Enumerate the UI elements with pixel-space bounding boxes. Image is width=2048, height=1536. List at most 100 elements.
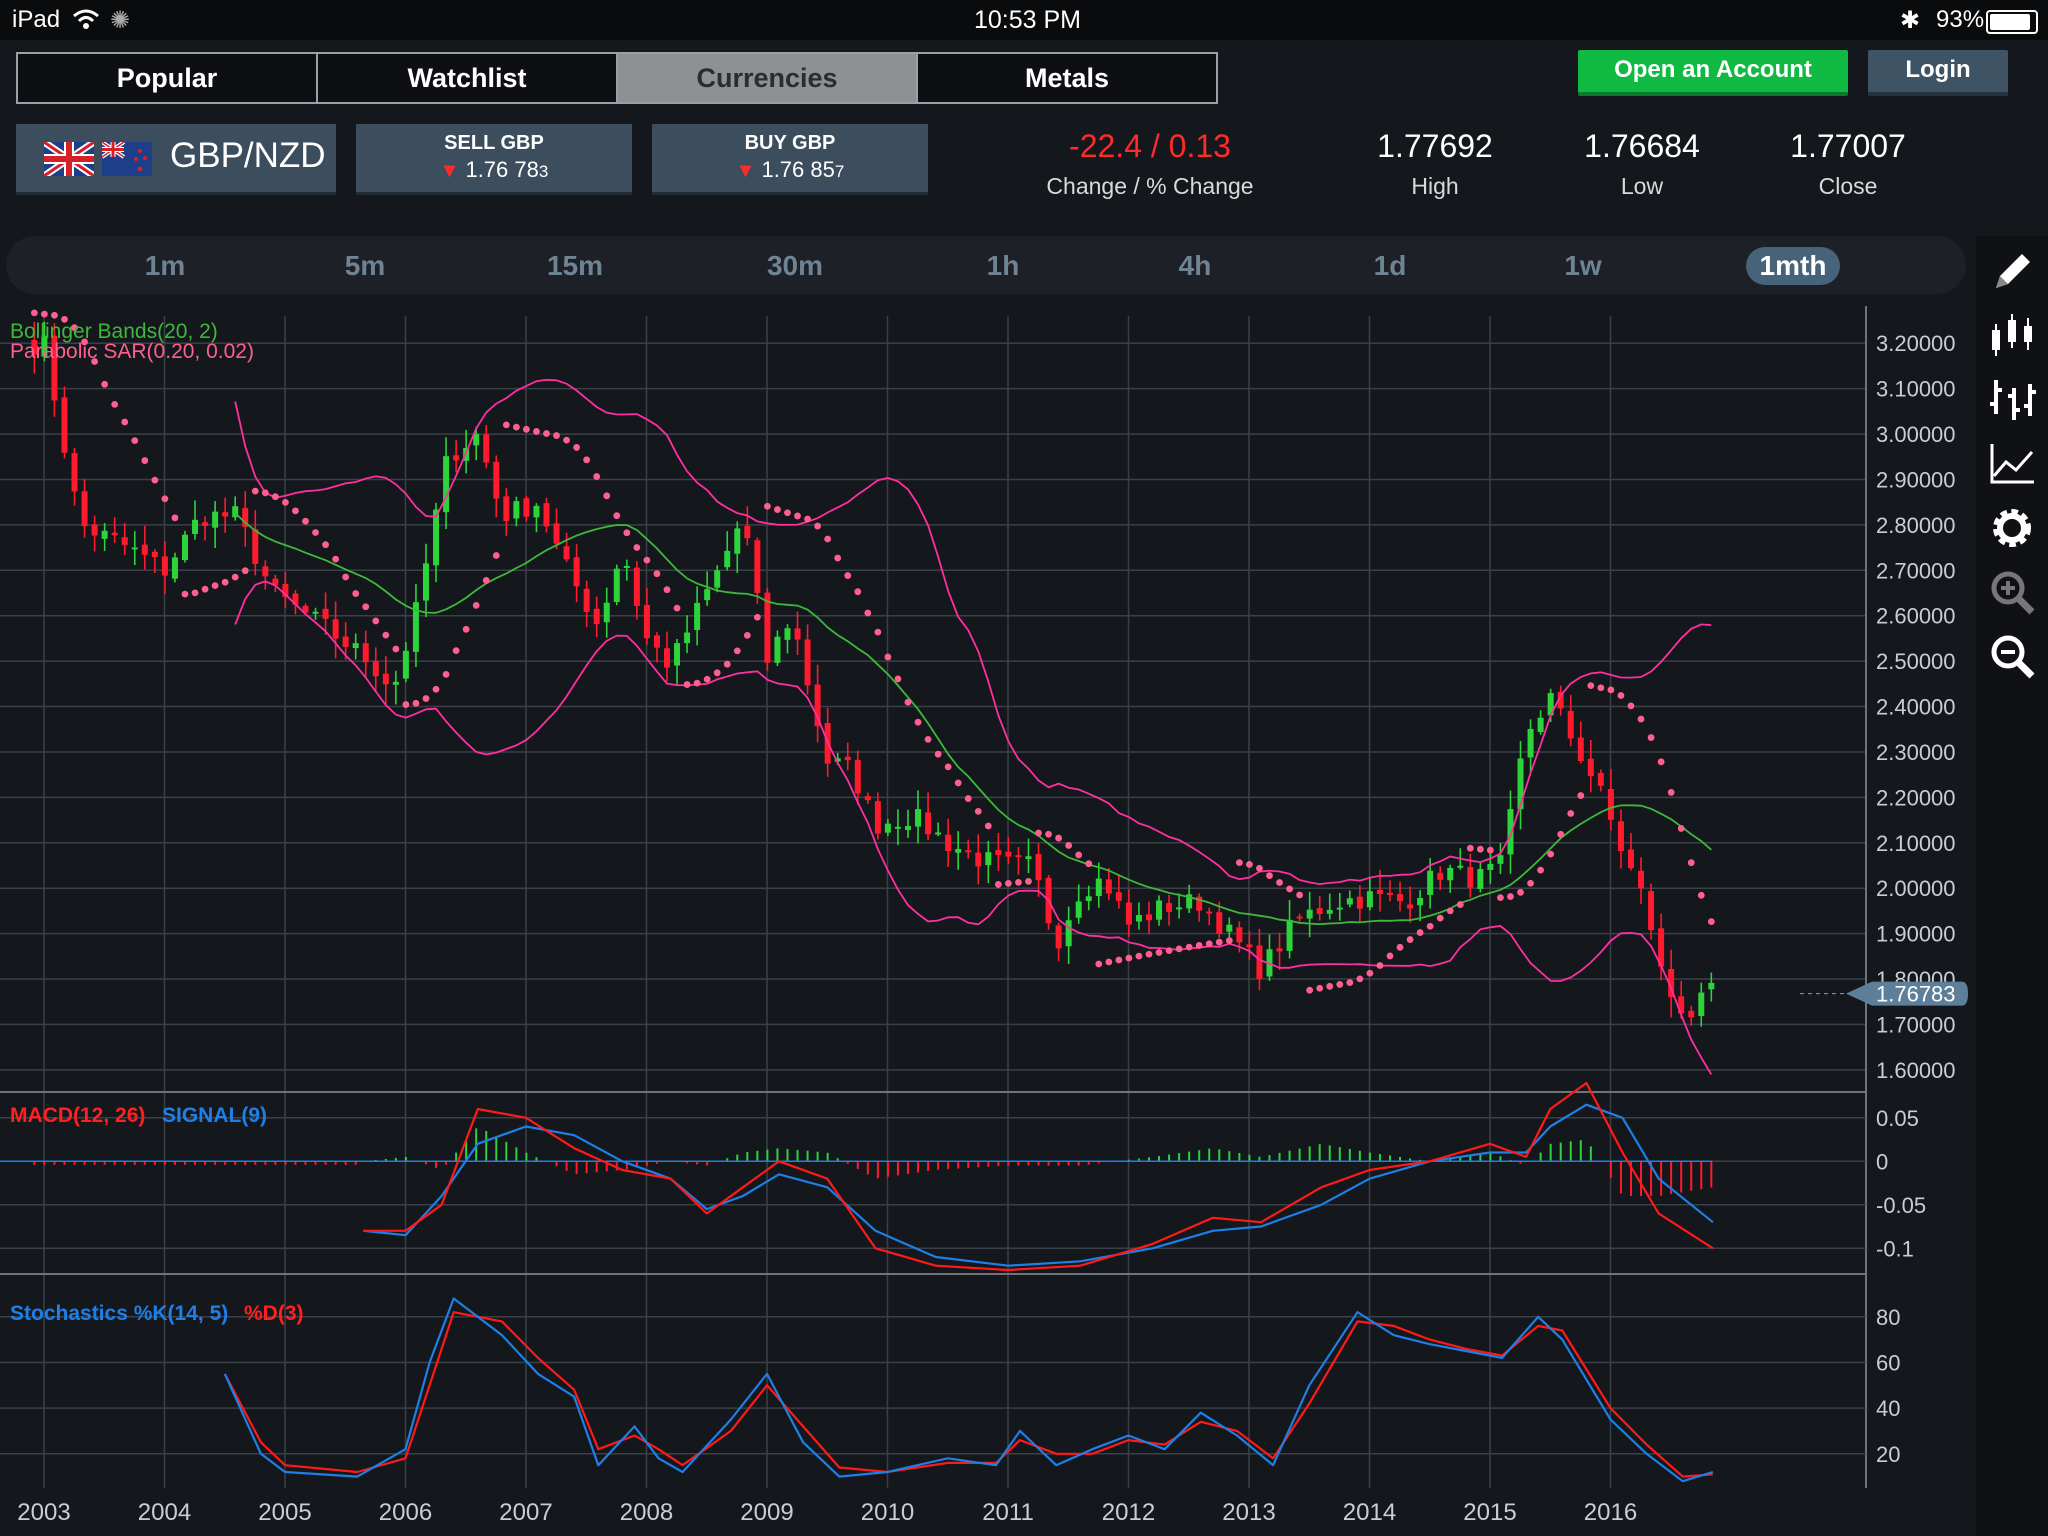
sar-dot <box>1356 975 1364 983</box>
price-chart[interactable]: 3.20000 3.10000 3.00000 2.90000 2.80000 2.700… <box>0 306 1976 1536</box>
sar-dot <box>613 512 621 520</box>
buy-price: 1.76 85 <box>761 157 835 182</box>
sar-dot <box>1256 864 1263 872</box>
open-account-button[interactable]: Open an Account <box>1578 50 1848 96</box>
line-chart-icon[interactable] <box>1986 438 2038 490</box>
sar-dot <box>1466 844 1474 852</box>
candle-body <box>1336 907 1343 910</box>
candle-body <box>1366 891 1373 908</box>
market-tabs: Popular Watchlist Currencies Metals <box>16 52 1218 104</box>
candle-body <box>523 498 530 517</box>
sar-dot <box>834 554 842 562</box>
sar-dot <box>563 436 570 444</box>
sar-dot <box>1145 950 1153 958</box>
candle-body <box>1226 924 1233 932</box>
sar-dot <box>1627 702 1635 710</box>
candle-body <box>844 756 851 761</box>
sar-dot <box>332 555 340 563</box>
close-stat: 1.77007 Close <box>1743 128 1953 200</box>
sar-dot <box>1025 877 1032 885</box>
candle-body <box>794 628 801 640</box>
candle-body <box>1035 854 1042 881</box>
timeframe-5m[interactable]: 5m <box>325 247 405 285</box>
timeframe-30m[interactable]: 30m <box>750 247 840 285</box>
sar-dot <box>1125 954 1133 962</box>
candle-body <box>1246 944 1253 948</box>
timeframe-1h[interactable]: 1h <box>963 247 1043 285</box>
timeframe-1d[interactable]: 1d <box>1350 247 1430 285</box>
tab-currencies[interactable]: Currencies <box>618 54 918 102</box>
timeframe-15m[interactable]: 15m <box>535 247 615 285</box>
candle-body <box>1376 889 1383 895</box>
candle-body <box>593 608 600 625</box>
macd-tick-label: 0.05 <box>1876 1106 1919 1131</box>
sar-dot <box>372 617 380 625</box>
sar-dot <box>1537 866 1545 874</box>
sar-dot <box>1045 830 1052 838</box>
bluetooth-icon: ✱ <box>1900 7 1921 34</box>
pair-name: GBP/NZD <box>170 136 326 175</box>
sar-dot <box>292 507 299 515</box>
stoch-tick-label: 80 <box>1876 1305 1900 1330</box>
macd-legend: MACD(12, 26) <box>10 1104 145 1127</box>
year-tick-label: 2010 <box>861 1499 914 1526</box>
year-tick-label: 2007 <box>499 1499 552 1526</box>
candle-body <box>734 528 741 554</box>
macd-tick-label: -0.1 <box>1876 1236 1914 1261</box>
timeframe-1m[interactable]: 1m <box>125 247 205 285</box>
sar-dot <box>623 529 631 537</box>
sar-dot <box>1607 686 1615 694</box>
candle-body <box>372 661 379 677</box>
sar-dot <box>1517 888 1524 896</box>
price-tick-label: 2.20000 <box>1876 785 1956 810</box>
sar-dot <box>844 572 852 579</box>
low-stat: 1.76684 Low <box>1537 128 1747 200</box>
candle-body <box>1627 849 1634 869</box>
sar-dot <box>663 586 671 594</box>
zoom-in-icon[interactable] <box>1986 566 2038 618</box>
tab-watchlist[interactable]: Watchlist <box>318 54 618 102</box>
candle-body <box>402 650 409 679</box>
sar-dot <box>1507 893 1514 900</box>
tab-metals[interactable]: Metals <box>918 54 1216 102</box>
sar-dot <box>1336 981 1344 988</box>
sar-dot <box>312 529 319 536</box>
candle-body <box>1296 916 1303 919</box>
ohlc-bars-icon[interactable] <box>1986 374 2038 426</box>
sar-dot <box>794 512 801 520</box>
tab-popular[interactable]: Popular <box>18 54 318 102</box>
gear-icon[interactable] <box>1986 502 2038 554</box>
candle-body <box>935 832 942 835</box>
sar-dot <box>723 660 731 668</box>
sar-dot <box>904 698 912 706</box>
sell-button[interactable]: SELL GBP ▼ 1.76 783 <box>356 124 632 195</box>
candlestick-icon[interactable] <box>1986 310 2038 362</box>
candle-body <box>854 759 861 794</box>
login-button[interactable]: Login <box>1868 50 2008 96</box>
candle-body <box>643 605 650 639</box>
sar-dot <box>934 750 942 758</box>
candle-body <box>433 509 440 566</box>
sar-dot <box>1095 960 1103 968</box>
candle-body <box>1617 821 1624 851</box>
candle-body <box>945 834 952 852</box>
candle-body <box>1135 915 1142 922</box>
timeframe-1mth[interactable]: 1mth <box>1746 247 1840 285</box>
candle-body <box>1306 909 1313 919</box>
sar-dot <box>944 763 952 771</box>
candle-body <box>965 850 972 853</box>
sar-dot <box>753 613 761 621</box>
candle-body <box>874 801 881 834</box>
instrument-selector[interactable]: GBP/NZD <box>16 124 336 195</box>
candle-body <box>1437 872 1444 880</box>
timeframe-4h[interactable]: 4h <box>1155 247 1235 285</box>
candle-body <box>1407 904 1414 909</box>
candle-body <box>483 434 490 463</box>
zoom-out-icon[interactable] <box>1986 630 2038 682</box>
sar-dot <box>1235 859 1243 867</box>
pencil-icon[interactable] <box>1986 246 2038 298</box>
candle-body <box>1015 855 1022 858</box>
sar-dot <box>1497 894 1504 902</box>
buy-button[interactable]: BUY GBP ▼ 1.76 857 <box>652 124 928 195</box>
timeframe-1w[interactable]: 1w <box>1543 247 1623 285</box>
